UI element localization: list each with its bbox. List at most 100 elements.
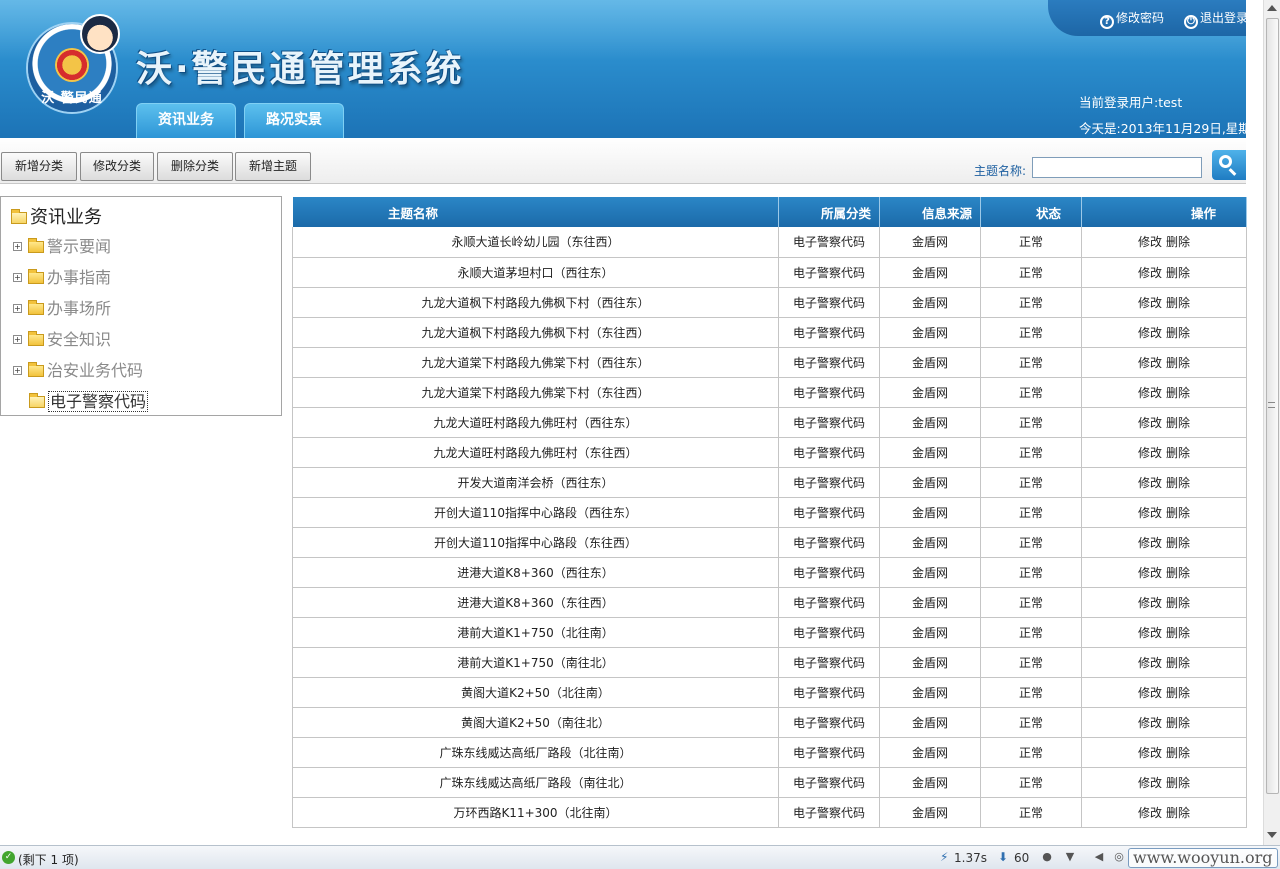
edit-link[interactable]: 修改	[1138, 266, 1162, 280]
edit-link[interactable]: 修改	[1138, 296, 1162, 310]
column-header-category[interactable]: 所属分类	[778, 197, 880, 227]
tree-node[interactable]: + 办事指南	[13, 264, 111, 288]
cell-category: 电子警察代码	[778, 317, 880, 348]
table-row: 黄阁大道K2+50（南往北） 电子警察代码 金盾网 正常 修改 删除	[292, 707, 1247, 738]
delete-link[interactable]: 删除	[1166, 746, 1190, 760]
delete-category-button[interactable]: 删除分类	[157, 152, 233, 181]
edit-link[interactable]: 修改	[1138, 386, 1162, 400]
delete-link[interactable]: 删除	[1166, 326, 1190, 340]
open-folder-icon	[29, 393, 45, 408]
cell-topic-name: 永顺大道长岭幼儿园（东往西）	[292, 227, 779, 258]
arrow-down-icon[interactable]: ▼	[1063, 850, 1077, 864]
cell-actions: 修改 删除	[1081, 677, 1247, 708]
delete-link[interactable]: 删除	[1166, 235, 1190, 249]
edit-link[interactable]: 修改	[1138, 506, 1162, 520]
edit-link[interactable]: 修改	[1138, 356, 1162, 370]
cell-source: 金盾网	[879, 767, 981, 798]
edit-link[interactable]: 修改	[1138, 326, 1162, 340]
column-header-status[interactable]: 状态	[980, 197, 1082, 227]
expand-icon[interactable]: +	[13, 366, 22, 375]
cell-source: 金盾网	[879, 617, 981, 648]
tree-node[interactable]: + 办事场所	[13, 295, 111, 319]
edit-link[interactable]: 修改	[1138, 776, 1162, 790]
tree-node-label: 电子警察代码	[48, 391, 149, 412]
edit-link[interactable]: 修改	[1138, 746, 1162, 760]
change-password-link[interactable]: ? 修改密码	[1100, 9, 1164, 29]
tab-news-business[interactable]: 资讯业务	[136, 103, 236, 138]
search-input[interactable]	[1032, 157, 1202, 178]
expand-icon[interactable]: +	[13, 242, 22, 251]
cell-status: 正常	[980, 377, 1082, 408]
cell-source: 金盾网	[879, 407, 981, 438]
tab-road-live[interactable]: 路况实景	[244, 103, 344, 138]
edit-link[interactable]: 修改	[1138, 235, 1162, 249]
scroll-up-icon[interactable]	[1267, 5, 1277, 11]
delete-link[interactable]: 删除	[1166, 566, 1190, 580]
edit-link[interactable]: 修改	[1138, 806, 1162, 820]
column-header-topic-name[interactable]: 主题名称	[292, 197, 779, 227]
scroll-down-icon[interactable]	[1267, 832, 1277, 838]
edit-link[interactable]: 修改	[1138, 716, 1162, 730]
search-icon-handle	[1228, 168, 1237, 176]
load-speed: 1.37s	[954, 851, 987, 865]
table-row: 开创大道110指挥中心路段（东往西） 电子警察代码 金盾网 正常 修改 删除	[292, 527, 1247, 558]
expand-icon[interactable]: +	[13, 273, 22, 282]
delete-link[interactable]: 删除	[1166, 356, 1190, 370]
cell-source: 金盾网	[879, 257, 981, 288]
table-row: 港前大道K1+750（北往南） 电子警察代码 金盾网 正常 修改 删除	[292, 617, 1247, 648]
expand-icon[interactable]: +	[13, 304, 22, 313]
delete-link[interactable]: 删除	[1166, 716, 1190, 730]
delete-link[interactable]: 删除	[1166, 386, 1190, 400]
user-icon[interactable]: ●	[1040, 850, 1054, 864]
delete-link[interactable]: 删除	[1166, 596, 1190, 610]
police-logo: 沃·警民通	[28, 14, 120, 112]
search-button[interactable]	[1212, 150, 1246, 180]
tree-root-label: 资讯业务	[30, 207, 102, 228]
edit-category-button[interactable]: 修改分类	[80, 152, 154, 181]
edit-link[interactable]: 修改	[1138, 446, 1162, 460]
delete-link[interactable]: 删除	[1166, 296, 1190, 310]
edit-link[interactable]: 修改	[1138, 416, 1162, 430]
edit-link[interactable]: 修改	[1138, 536, 1162, 550]
edit-link[interactable]: 修改	[1138, 626, 1162, 640]
delete-link[interactable]: 删除	[1166, 686, 1190, 700]
delete-link[interactable]: 删除	[1166, 446, 1190, 460]
edit-link[interactable]: 修改	[1138, 566, 1162, 580]
edit-link[interactable]: 修改	[1138, 596, 1162, 610]
add-topic-button[interactable]: 新增主题	[235, 152, 311, 181]
cell-source: 金盾网	[879, 587, 981, 618]
delete-link[interactable]: 删除	[1166, 776, 1190, 790]
table-row: 进港大道K8+360（西往东） 电子警察代码 金盾网 正常 修改 删除	[292, 557, 1247, 588]
vertical-scrollbar[interactable]	[1263, 0, 1280, 845]
tree-node[interactable]: + 治安业务代码	[13, 357, 143, 381]
delete-link[interactable]: 删除	[1166, 266, 1190, 280]
cell-source: 金盾网	[879, 737, 981, 768]
delete-link[interactable]: 删除	[1166, 416, 1190, 430]
delete-link[interactable]: 删除	[1166, 806, 1190, 820]
tree-root[interactable]: 资讯业务	[11, 203, 102, 229]
delete-link[interactable]: 删除	[1166, 476, 1190, 490]
tree-node[interactable]: + 警示要闻	[13, 233, 111, 257]
cell-category: 电子警察代码	[778, 527, 880, 558]
delete-link[interactable]: 删除	[1166, 626, 1190, 640]
zoom-icon[interactable]: ◎	[1112, 850, 1126, 864]
cell-category: 电子警察代码	[778, 407, 880, 438]
cell-actions: 修改 删除	[1081, 587, 1247, 618]
add-category-button[interactable]: 新增分类	[1, 152, 77, 181]
folder-icon	[28, 331, 44, 346]
logout-link[interactable]: ⏻ 退出登录	[1184, 9, 1246, 29]
speaker-icon[interactable]: ◀	[1092, 850, 1106, 864]
edit-link[interactable]: 修改	[1138, 476, 1162, 490]
cell-source: 金盾网	[879, 527, 981, 558]
table-row: 进港大道K8+360（东往西） 电子警察代码 金盾网 正常 修改 删除	[292, 587, 1247, 618]
delete-link[interactable]: 删除	[1166, 536, 1190, 550]
tree-node-selected[interactable]: 电子警察代码	[29, 388, 149, 412]
tree-node[interactable]: + 安全知识	[13, 326, 111, 350]
cell-actions: 修改 删除	[1081, 647, 1247, 678]
delete-link[interactable]: 删除	[1166, 656, 1190, 670]
edit-link[interactable]: 修改	[1138, 686, 1162, 700]
delete-link[interactable]: 删除	[1166, 506, 1190, 520]
expand-icon[interactable]: +	[13, 335, 22, 344]
column-header-source[interactable]: 信息来源	[879, 197, 981, 227]
edit-link[interactable]: 修改	[1138, 656, 1162, 670]
